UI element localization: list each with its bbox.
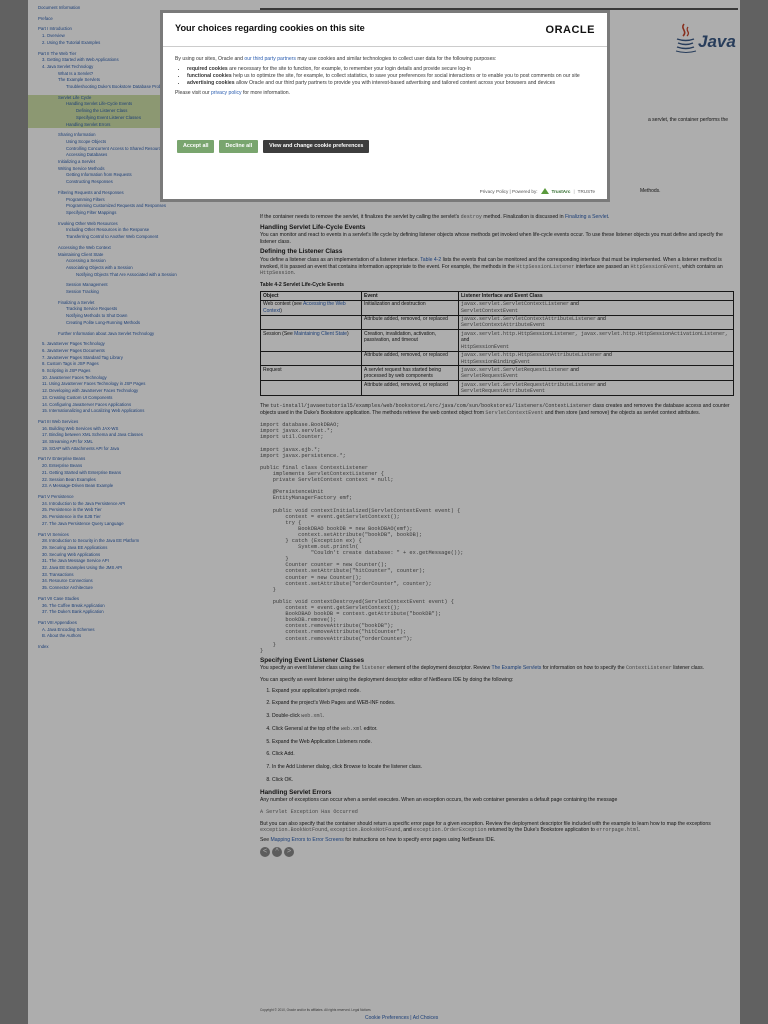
cookie-preferences-button[interactable]: View and change cookie preferences (263, 140, 370, 153)
privacy-note: Please visit our privacy policy for more… (175, 90, 290, 96)
privacy-policy-link[interactable]: privacy policy (211, 90, 242, 96)
cookie-consent-dialog: Your choices regarding cookies on this s… (160, 10, 610, 202)
cookie-dialog-title: Your choices regarding cookies on this s… (175, 23, 365, 33)
oracle-logo: ORACLE (545, 24, 595, 36)
cookie-purpose-item: functional cookies help us to optimize t… (187, 73, 593, 80)
accept-all-button[interactable]: Accept all (177, 140, 215, 153)
cookie-intro: By using our sites, Oracle and our third… (175, 56, 497, 62)
third-party-partners-link[interactable]: our third party partners (244, 56, 296, 62)
cookie-purpose-item: advertising cookies allow Oracle and our… (187, 80, 593, 87)
cookie-purpose-item: required cookies are necessary for the s… (187, 66, 593, 73)
cookie-dialog-body: By using our sites, Oracle and our third… (175, 56, 593, 97)
truste-logo: TRUSTe (577, 189, 595, 194)
cookie-purpose-list: required cookies are necessary for the s… (175, 66, 593, 87)
decline-all-button[interactable]: Decline all (219, 140, 259, 153)
cookie-actions: Accept all Decline all View and change c… (177, 140, 370, 153)
cookie-dialog-footer: Privacy Policy | Powered by: TrustArc | … (479, 188, 595, 194)
privacy-powered-by[interactable]: Privacy Policy | Powered by: (480, 189, 538, 194)
trustarc-logo: TrustArc (551, 189, 571, 194)
trustarc-icon (540, 188, 549, 194)
dialog-divider (163, 46, 607, 47)
